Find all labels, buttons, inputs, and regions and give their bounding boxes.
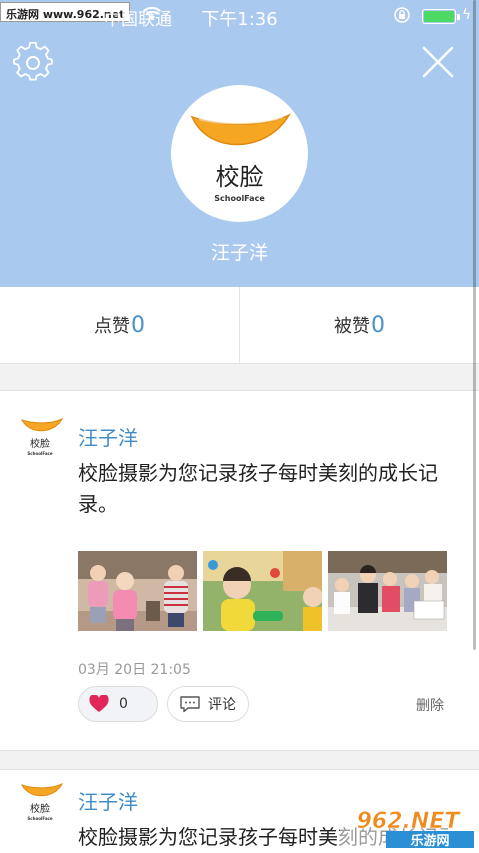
likes-given-label: 点赞 [94, 316, 130, 337]
scrollbar[interactable] [473, 0, 476, 650]
delete-button[interactable]: 删除 [416, 695, 444, 715]
schoolface-logo-icon: 校脸 SchoolFace [190, 113, 291, 203]
svg-text:校脸: 校脸 [30, 437, 50, 450]
battery-icon [422, 9, 456, 24]
like-button[interactable]: 0 [78, 686, 158, 722]
post-text: 校脸摄影为您记录孩子每时美刻的成长记录。 [78, 461, 438, 516]
comment-button[interactable]: 评论 [167, 686, 249, 722]
post-date: 03月 20日 21:05 [78, 662, 191, 678]
close-icon[interactable] [420, 44, 456, 80]
comment-label: 评论 [208, 697, 236, 713]
post-photo-3[interactable] [328, 551, 447, 631]
gear-icon[interactable] [12, 42, 54, 84]
likes-given-stat[interactable]: 点赞 0 [0, 287, 239, 363]
likes-given-value: 0 [131, 312, 145, 338]
likes-received-stat[interactable]: 被赞 0 [239, 287, 479, 363]
svg-text:校脸: 校脸 [30, 802, 50, 815]
likes-received-value: 0 [371, 312, 385, 338]
svg-text:乐游网: 乐游网 [410, 833, 449, 849]
svg-text:校脸: 校脸 [216, 163, 264, 191]
post-author-logo-icon[interactable]: 校脸 SchoolFace [20, 780, 64, 824]
profile-avatar[interactable]: 校脸 SchoolFace [171, 85, 308, 222]
post-photo-1[interactable] [78, 551, 197, 631]
svg-text:SchoolFace: SchoolFace [27, 816, 53, 821]
svg-text:SchoolFace: SchoolFace [214, 194, 265, 203]
rotation-lock-icon [394, 7, 410, 23]
post-author-logo-icon[interactable]: 校脸 SchoolFace [20, 415, 64, 459]
heart-icon [89, 695, 109, 712]
feed-post: 校脸 SchoolFace 汪子洋 校脸摄影为您记录孩子每时美刻的成长记录。 [0, 390, 479, 751]
watermark-logo: 962.NET 乐游网 [340, 806, 476, 850]
status-bar: 乐游网 www.962.net 中国联通 下午1:36 ϟ [0, 0, 479, 32]
comment-icon [180, 696, 200, 713]
svg-text:SchoolFace: SchoolFace [27, 451, 53, 456]
profile-username: 汪子洋 [210, 242, 268, 264]
profile-header: 校脸 SchoolFace 汪子洋 [0, 32, 479, 287]
post-photos [78, 551, 447, 631]
post-photo-2[interactable] [203, 551, 322, 631]
post-author-name[interactable]: 汪子洋 [78, 422, 138, 451]
battery-cap [457, 14, 460, 20]
stats-bar: 点赞 0 被赞 0 [0, 287, 479, 364]
svg-text:962.NET: 962.NET [357, 809, 462, 834]
charging-icon: ϟ [462, 7, 472, 23]
likes-received-label: 被赞 [334, 316, 370, 337]
post-author-name[interactable]: 汪子洋 [78, 786, 138, 815]
battery-level [424, 11, 454, 22]
like-count: 0 [119, 696, 128, 712]
